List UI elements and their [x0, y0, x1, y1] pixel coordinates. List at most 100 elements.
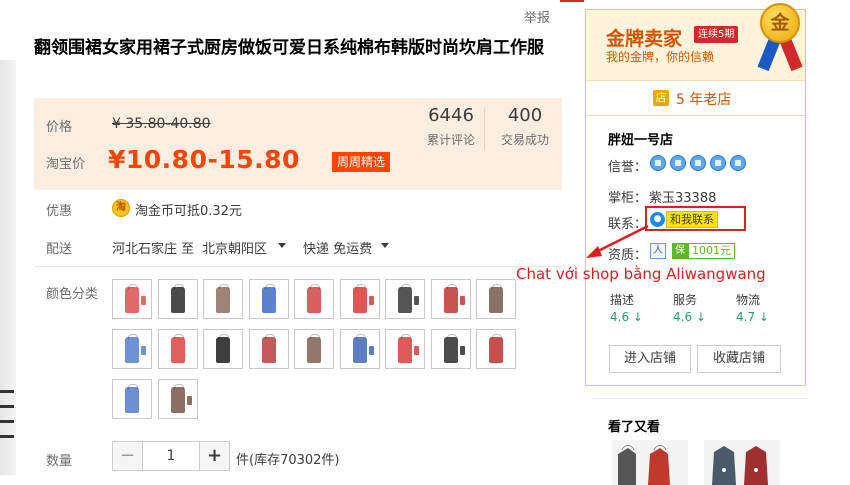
section-divider	[34, 266, 562, 267]
stock-text: 件(库存70302件)	[236, 453, 340, 468]
color-swatch[interactable]	[157, 329, 198, 369]
report-link[interactable]: 举报	[524, 7, 550, 26]
also-viewed-thumb-2[interactable]	[704, 440, 780, 485]
quantity-label: 数量	[46, 454, 73, 469]
color-swatch[interactable]	[112, 379, 152, 419]
apron-thumbnail	[125, 384, 139, 413]
aliwangwang-icon[interactable]: ●	[650, 212, 665, 227]
product-main-image-edge[interactable]	[0, 60, 16, 475]
ship-to-select[interactable]: 北京朝阳区	[202, 238, 267, 257]
score-label-logistics: 物流	[736, 293, 761, 307]
apron-thumbnail	[170, 384, 185, 413]
sleeve-thumbnail	[368, 346, 374, 355]
seller-id[interactable]: 紫玉33388	[649, 187, 716, 206]
also-viewed-title: 看了又看	[608, 420, 661, 435]
increase-quantity-button[interactable]: +	[199, 442, 229, 470]
apron-thumbnail	[261, 334, 276, 363]
shop-icon: 店	[653, 90, 669, 106]
also-viewed-thumb-1[interactable]	[612, 440, 688, 485]
shipping-label: 配送	[46, 242, 73, 257]
product-title: 翻领围裙女家用裙子式厨房做饭可爱日系纯棉布韩版时尚坎肩工作服	[34, 38, 544, 58]
color-swatch[interactable]	[157, 379, 198, 419]
color-swatch[interactable]	[385, 279, 425, 319]
current-price: ¥10.80-15.80	[108, 145, 300, 174]
crown-icon	[670, 155, 686, 171]
apron-thumbnail	[125, 334, 139, 363]
color-swatch[interactable]	[476, 329, 516, 369]
crown-icon	[710, 155, 726, 171]
sleeve-thumbnail	[459, 296, 465, 305]
quality-label: 资质：	[608, 248, 648, 263]
seller-label: 掌柜：	[608, 191, 648, 206]
image-stripe	[0, 435, 14, 438]
apron-thumbnail	[307, 334, 321, 363]
top-accent-line	[560, 0, 584, 2]
color-swatch[interactable]	[430, 329, 471, 369]
contact-label: 联系：	[608, 217, 648, 232]
annotation-text: Chat với shop bằng Aliwangwang	[516, 265, 766, 283]
sleeve-thumbnail	[186, 396, 192, 405]
taobao-product-page: 举报 翻领围裙女家用裙子式厨房做饭可爱日系纯棉布韩版时尚坎肩工作服 价格 ¥ 3…	[0, 0, 850, 485]
color-swatch[interactable]	[203, 329, 243, 369]
color-swatch[interactable]	[248, 279, 289, 319]
color-swatch[interactable]	[203, 279, 243, 319]
crown-icon	[650, 155, 666, 171]
apron-thumbnail	[170, 284, 185, 313]
apron-thumbnail	[261, 284, 276, 313]
credit-label: 信誉：	[608, 160, 648, 175]
sleeve-thumbnail	[141, 296, 146, 305]
favorite-shop-button[interactable]: 收藏店铺	[697, 345, 781, 373]
contact-seller-button[interactable]: 和我联系	[666, 211, 718, 228]
image-stripe	[0, 420, 14, 423]
verified-person-icon[interactable]: 人	[650, 243, 666, 259]
apron-thumbnail	[398, 334, 412, 363]
apron-thumbnail	[125, 284, 139, 313]
chevron-down-icon[interactable]	[381, 243, 389, 248]
old-shop-text: 5 年老店	[676, 92, 732, 108]
color-swatch[interactable]	[294, 279, 334, 319]
score-label-description: 描述	[610, 293, 635, 307]
color-swatch[interactable]	[430, 279, 471, 319]
color-swatch[interactable]	[112, 329, 152, 369]
consecutive-badge: 连续5期	[694, 26, 739, 43]
enter-shop-button[interactable]: 进入店铺	[609, 345, 691, 373]
crown-icon	[690, 155, 706, 171]
ship-method-select[interactable]: 快递 免运费	[303, 238, 372, 257]
score-label-service: 服务	[673, 293, 698, 307]
ship-from: 河北石家庄 至	[112, 242, 195, 257]
sleeve-thumbnail	[368, 296, 374, 305]
apron-thumbnail	[216, 284, 230, 313]
review-count[interactable]: 6446	[416, 105, 486, 126]
color-swatch[interactable]	[476, 279, 516, 319]
deposit-guarantee-icon[interactable]: 保	[672, 243, 688, 259]
quantity-stepper: − 1 +	[112, 441, 230, 471]
shop-name[interactable]: 胖妞一号店	[608, 129, 673, 148]
gold-medal-icon: 金	[760, 3, 800, 43]
gold-seller-title: 金牌卖家	[606, 28, 683, 50]
sleeve-thumbnail	[414, 346, 419, 355]
decrease-quantity-button[interactable]: −	[113, 442, 143, 470]
apron-thumbnail	[443, 284, 458, 313]
taobao-coin-icon: 淘	[112, 199, 130, 217]
sleeve-thumbnail	[141, 346, 146, 355]
coin-discount-text: 淘金币可抵0.32元	[135, 204, 242, 219]
quantity-input[interactable]: 1	[143, 442, 199, 470]
apron-thumbnail	[307, 284, 321, 313]
apron-thumbnail	[489, 284, 503, 313]
color-swatch[interactable]	[157, 279, 198, 319]
sleeve-thumbnail	[459, 346, 465, 355]
gold-seller-slogan: 我的金牌，你的信赖	[606, 50, 715, 64]
promo-badge[interactable]: 周周精选	[332, 152, 391, 172]
sales-count: 400	[507, 105, 543, 126]
image-stripe	[0, 405, 14, 408]
color-swatch[interactable]	[248, 329, 289, 369]
taobao-price-label: 淘宝价	[46, 157, 86, 172]
crown-icon	[730, 155, 746, 171]
color-swatch[interactable]	[385, 329, 425, 369]
color-swatch[interactable]	[112, 279, 152, 319]
chevron-down-icon[interactable]	[278, 243, 286, 248]
color-swatch[interactable]	[339, 279, 380, 319]
color-swatch[interactable]	[339, 329, 380, 369]
color-swatch[interactable]	[294, 329, 334, 369]
apron-thumbnail	[216, 334, 230, 363]
